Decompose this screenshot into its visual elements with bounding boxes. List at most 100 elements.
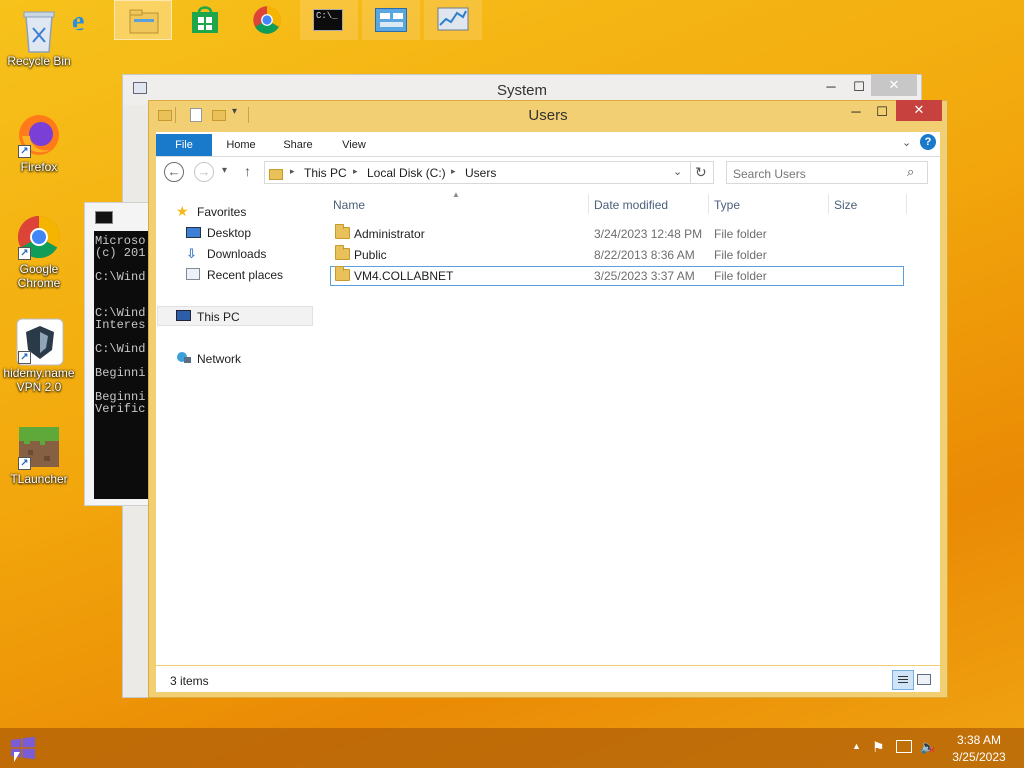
status-bar (156, 666, 940, 692)
minimize-icon: ─ (851, 104, 861, 119)
folder-icon (335, 266, 350, 281)
explorer-minimize-button[interactable]: ─ (842, 102, 870, 123)
taskbar-chrome[interactable] (238, 0, 296, 40)
up-arrow-icon: ↑ (244, 163, 251, 179)
explorer-close-button[interactable]: ✕ (896, 100, 942, 121)
system-close-button[interactable]: ✕ (871, 75, 917, 96)
firefox-desktop-icon[interactable]: ↗ Firefox (0, 112, 78, 174)
minecraft-block-icon: ↗ (16, 424, 62, 470)
large-icons-view-button[interactable] (917, 674, 931, 685)
details-view-button[interactable] (892, 670, 914, 690)
column-divider[interactable] (588, 194, 589, 214)
store-icon (192, 6, 218, 33)
tab-home[interactable]: Home (218, 134, 264, 156)
cmd-icon (95, 211, 113, 224)
google-chrome-desktop-icon[interactable]: ↗ Google Chrome (0, 214, 78, 290)
breadcrumb-separator-icon: ▸ (290, 166, 295, 176)
file-date-modified: 8/22/2013 8:36 AM (594, 248, 695, 262)
desktop-icon (186, 227, 201, 238)
refresh-icon[interactable]: ↻ (695, 164, 707, 181)
console-line: Verific (95, 402, 146, 416)
chrome-icon (253, 6, 281, 34)
nav-network[interactable]: Network (197, 352, 241, 366)
action-center-flag-icon[interactable]: ⚑ (872, 739, 885, 756)
ribbon-tab-strip (156, 132, 940, 157)
breadcrumb-users[interactable]: Users (465, 166, 496, 180)
taskbar-system[interactable] (362, 0, 420, 40)
taskbar-command-prompt[interactable]: C:\_ (300, 0, 358, 40)
help-icon[interactable]: ? (920, 134, 936, 150)
column-header-size[interactable]: Size (834, 198, 857, 212)
breadcrumb-separator-icon: ▸ (353, 166, 358, 176)
file-date-modified: 3/25/2023 3:37 AM (594, 269, 695, 283)
taskbar-file-explorer[interactable] (114, 0, 172, 40)
forward-button[interactable]: → (194, 162, 214, 182)
taskbar-performance[interactable] (424, 0, 482, 40)
star-icon: ★ (176, 203, 189, 219)
recent-locations-dropdown-icon[interactable]: ▾ (222, 165, 227, 176)
system-control-panel-icon (375, 8, 407, 32)
shortcut-arrow-icon: ↗ (18, 145, 31, 158)
taskbar-store[interactable] (176, 0, 234, 40)
nav-this-pc[interactable]: This PC (197, 310, 240, 324)
volume-muted-icon[interactable]: 🔈 ✕ (920, 739, 936, 755)
chrome-icon: ↗ (16, 214, 62, 260)
system-maximize-button[interactable]: ☐ (845, 77, 873, 98)
search-input[interactable] (731, 164, 905, 183)
table-row-focused[interactable]: VM4.COLLABNET 3/25/2023 3:37 AM File fol… (330, 266, 904, 286)
nav-downloads[interactable]: Downloads (207, 247, 266, 261)
folder-icon (335, 245, 350, 260)
shortcut-arrow-icon: ↗ (18, 247, 31, 260)
file-name: Administrator (354, 227, 425, 241)
resource-monitor-icon (437, 7, 469, 31)
system-minimize-button[interactable]: ─ (817, 77, 845, 98)
network-icon (176, 351, 191, 364)
downloads-icon: ⇩ (186, 246, 197, 261)
breadcrumb-local-disk[interactable]: Local Disk (C:) (367, 166, 446, 180)
network-status-icon[interactable] (896, 740, 912, 753)
taskbar-internet-explorer[interactable]: e (54, 0, 112, 40)
column-divider[interactable] (708, 194, 709, 214)
console-line: Interes (95, 318, 146, 332)
tab-share[interactable]: Share (276, 134, 320, 156)
explorer-title-bar[interactable]: ▾ Users ─ ☐ ✕ (148, 100, 948, 130)
nav-recent-places[interactable]: Recent places (207, 268, 283, 282)
column-header-type[interactable]: Type (714, 198, 740, 212)
table-row[interactable]: Administrator 3/24/2023 12:48 PM File fo… (330, 224, 904, 244)
maximize-icon: ☐ (876, 104, 888, 119)
column-header-date-modified[interactable]: Date modified (594, 198, 668, 212)
minimize-icon: ─ (826, 79, 836, 94)
tab-file[interactable]: File (156, 134, 212, 156)
console-line: (c) 201 (95, 246, 146, 260)
address-divider (690, 162, 691, 183)
explorer-maximize-button[interactable]: ☐ (868, 102, 896, 123)
column-header-name[interactable]: Name (333, 198, 365, 212)
this-pc-icon (176, 310, 191, 321)
maximize-icon: ☐ (853, 79, 865, 94)
hidemy-vpn-desktop-icon[interactable]: ↗ hidemy.name VPN 2.0 (0, 318, 78, 394)
file-name: Public (354, 248, 387, 262)
column-divider[interactable] (828, 194, 829, 214)
search-icon[interactable]: ⌕ (907, 164, 914, 180)
close-icon: ✕ (888, 77, 900, 92)
console-line: Beginni (95, 366, 146, 380)
file-type: File folder (714, 269, 767, 283)
back-button[interactable]: ← (164, 162, 184, 182)
tlauncher-desktop-icon[interactable]: ↗ TLauncher (0, 424, 78, 486)
expand-ribbon-chevron-icon[interactable]: ⌄ (902, 136, 911, 149)
desktop-icon-label: TLauncher (10, 472, 68, 486)
up-button[interactable]: ↑ (244, 163, 251, 179)
clock-time[interactable]: 3:38 AM (950, 733, 1008, 747)
search-box[interactable]: ⌕ (726, 161, 928, 184)
column-divider[interactable] (906, 194, 907, 214)
nav-favorites[interactable]: Favorites (197, 205, 246, 219)
tab-view[interactable]: View (332, 134, 376, 156)
clock-date[interactable]: 3/25/2023 (950, 750, 1008, 764)
nav-desktop[interactable]: Desktop (207, 226, 251, 240)
table-row[interactable]: Public 8/22/2013 8:36 AM File folder (330, 245, 904, 265)
address-bar[interactable]: ▸ This PC ▸ Local Disk (C:) ▸ Users ⌄ ↻ (264, 161, 714, 184)
console-line: C:\Wind (95, 342, 146, 356)
address-dropdown-icon[interactable]: ⌄ (673, 165, 682, 178)
breadcrumb-this-pc[interactable]: This PC (304, 166, 347, 180)
show-hidden-icons-button[interactable]: ▲ (852, 741, 861, 751)
